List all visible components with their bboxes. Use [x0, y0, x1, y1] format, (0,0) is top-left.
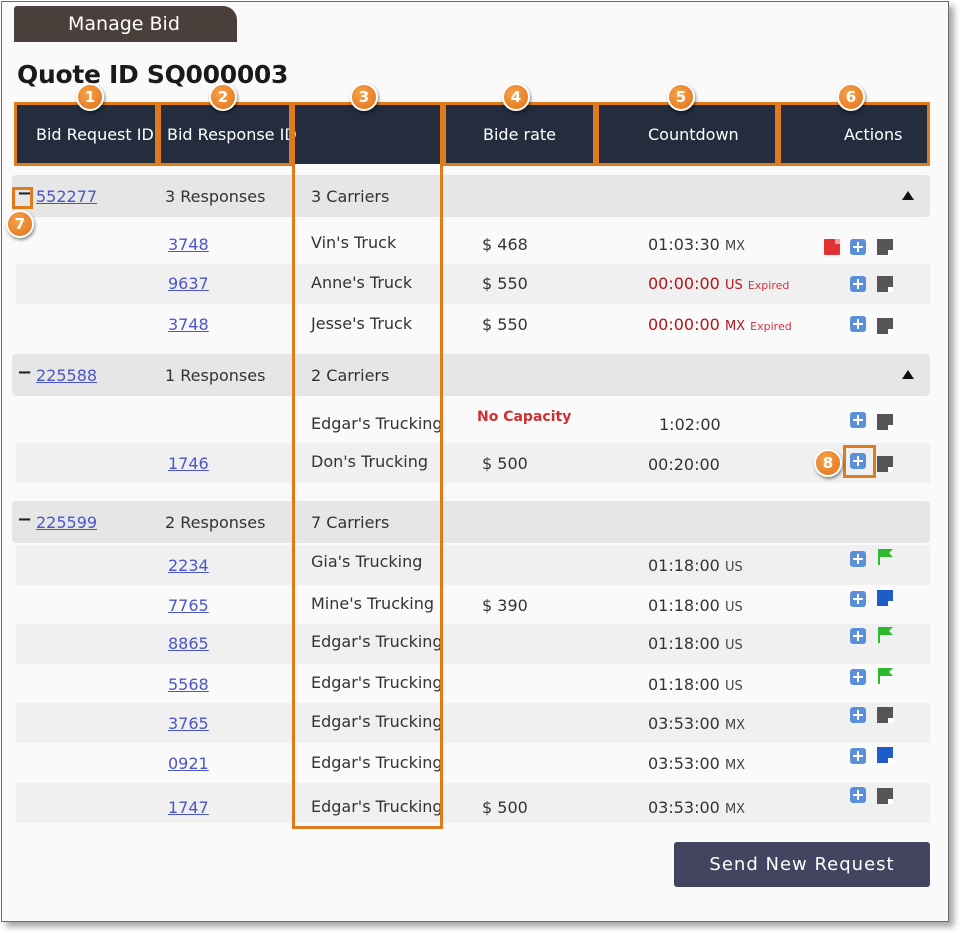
note-icon[interactable] [877, 276, 893, 292]
flag-icon[interactable] [876, 548, 894, 566]
bid-response-link[interactable]: 3765 [168, 714, 209, 733]
countdown: 03:53:00 MX [648, 714, 746, 733]
add-icon[interactable] [850, 591, 866, 607]
table-row: 5568 Edgar's Trucking 01:18:00 US [16, 664, 930, 704]
bid-response-link[interactable]: 0921 [168, 754, 209, 773]
callout-4: 4 [502, 83, 530, 111]
bid-response-link[interactable]: 1747 [168, 798, 209, 817]
note-icon[interactable] [877, 788, 893, 804]
bid-request-link[interactable]: 552277 [36, 187, 97, 206]
flag-icon[interactable] [876, 667, 894, 685]
countdown: 01:03:30 MX [648, 235, 746, 254]
callout-box-actions [778, 102, 930, 166]
countdown: 01:18:00 US [648, 675, 743, 694]
no-capacity-label: No Capacity [477, 409, 572, 425]
table-row: 7765 Mine's Trucking $ 390 01:18:00 US [16, 585, 930, 625]
bide-rate: $ 468 [482, 235, 528, 254]
pdf-icon[interactable] [824, 239, 840, 255]
manage-bid-panel: Manage Bid Quote ID SQ000003 Bid Request… [1, 1, 949, 922]
bid-response-link[interactable]: 9637 [168, 274, 209, 293]
countdown: 03:53:00 MX [648, 754, 746, 773]
add-icon[interactable] [850, 239, 866, 255]
callout-7: 7 [6, 210, 34, 238]
callout-1: 1 [76, 83, 104, 111]
callout-3: 3 [350, 83, 378, 111]
table-row: 1746 Don's Trucking $ 500 00:20:00 [16, 443, 930, 483]
countdown: 1:02:00 [659, 415, 721, 434]
callout-5: 5 [667, 83, 695, 111]
note-icon[interactable] [877, 456, 893, 472]
bid-response-link[interactable]: 5568 [168, 675, 209, 694]
bide-rate: $ 550 [482, 315, 528, 334]
callout-box-collapse-toggle [12, 187, 33, 209]
responses-count: 2 Responses [165, 513, 266, 532]
callout-box-countdown [596, 102, 778, 166]
add-icon[interactable] [850, 748, 866, 764]
note-icon[interactable] [877, 747, 893, 763]
add-icon[interactable] [850, 669, 866, 685]
add-icon[interactable] [850, 276, 866, 292]
countdown: 00:00:00 US Expired [648, 274, 790, 293]
flag-icon[interactable] [876, 626, 894, 644]
bide-rate: $ 500 [482, 798, 528, 817]
responses-count: 3 Responses [165, 187, 266, 206]
callout-8: 8 [814, 449, 842, 477]
countdown: 01:18:00 US [648, 634, 743, 653]
callout-6: 6 [837, 83, 865, 111]
table-row: Edgar's Trucking No Capacity 1:02:00 [16, 404, 930, 444]
table-row: 1747 Edgar's Trucking $ 500 03:53:00 MX [16, 783, 930, 823]
table-row: 8865 Edgar's Trucking 01:18:00 US [16, 624, 930, 664]
countdown: 03:53:00 MX [648, 798, 746, 817]
table-row: 9637 Anne's Truck $ 550 00:00:00 US Expi… [16, 264, 930, 304]
countdown: 01:18:00 US [648, 556, 743, 575]
callout-2: 2 [209, 83, 237, 111]
note-icon[interactable] [877, 239, 893, 255]
responses-count: 1 Responses [165, 366, 266, 385]
triangle-up-icon[interactable] [902, 191, 914, 200]
triangle-up-icon[interactable] [902, 370, 914, 379]
bid-response-link[interactable]: 7765 [168, 596, 209, 615]
add-icon[interactable] [850, 412, 866, 428]
collapse-toggle[interactable]: − [17, 509, 32, 530]
table-row: 3748 Jesse's Truck $ 550 00:00:00 MX Exp… [16, 304, 930, 344]
countdown: 00:20:00 [648, 455, 720, 474]
bid-response-link[interactable]: 1746 [168, 454, 209, 473]
countdown: 01:18:00 US [648, 596, 743, 615]
bid-response-link[interactable]: 3748 [168, 315, 209, 334]
manage-bid-tab[interactable]: Manage Bid [14, 6, 237, 42]
note-icon[interactable] [877, 707, 893, 723]
bide-rate: $ 550 [482, 274, 528, 293]
bide-rate: $ 390 [482, 596, 528, 615]
table-row: 2234 Gia's Trucking 01:18:00 US [16, 545, 930, 585]
add-icon[interactable] [850, 551, 866, 567]
bid-request-link[interactable]: 225588 [36, 366, 97, 385]
add-icon[interactable] [850, 787, 866, 803]
bid-response-link[interactable]: 8865 [168, 634, 209, 653]
bide-rate: $ 500 [482, 454, 528, 473]
bid-response-link[interactable]: 2234 [168, 556, 209, 575]
table-row: 3765 Edgar's Trucking 03:53:00 MX [16, 703, 930, 743]
note-icon[interactable] [877, 318, 893, 334]
collapse-toggle[interactable]: − [17, 362, 32, 383]
add-icon[interactable] [850, 628, 866, 644]
bid-response-link[interactable]: 3748 [168, 235, 209, 254]
group-row-225599[interactable]: − 225599 2 Responses 7 Carriers [12, 501, 930, 543]
group-row-552277[interactable]: − 552277 3 Responses 3 Carriers [12, 175, 930, 217]
note-icon[interactable] [877, 414, 893, 430]
send-new-request-button[interactable]: Send New Request [674, 842, 930, 887]
add-icon[interactable] [850, 707, 866, 723]
table-row: 0921 Edgar's Trucking 03:53:00 MX [16, 743, 930, 783]
add-icon[interactable] [850, 316, 866, 332]
callout-box-bide-rate [443, 102, 596, 166]
table-row: 3748 Vin's Truck $ 468 01:03:30 MX [16, 225, 930, 265]
group-row-225588[interactable]: − 225588 1 Responses 2 Carriers [12, 354, 930, 396]
callout-box-carrier-column [292, 102, 443, 829]
page-title: Quote ID SQ000003 [17, 60, 289, 89]
countdown: 00:00:00 MX Expired [648, 315, 792, 334]
callout-box-add-button [843, 445, 876, 478]
note-icon[interactable] [877, 590, 893, 606]
callout-box-bid-response-id [158, 102, 292, 166]
callout-box-bid-request-id [14, 102, 158, 166]
bid-request-link[interactable]: 225599 [36, 513, 97, 532]
